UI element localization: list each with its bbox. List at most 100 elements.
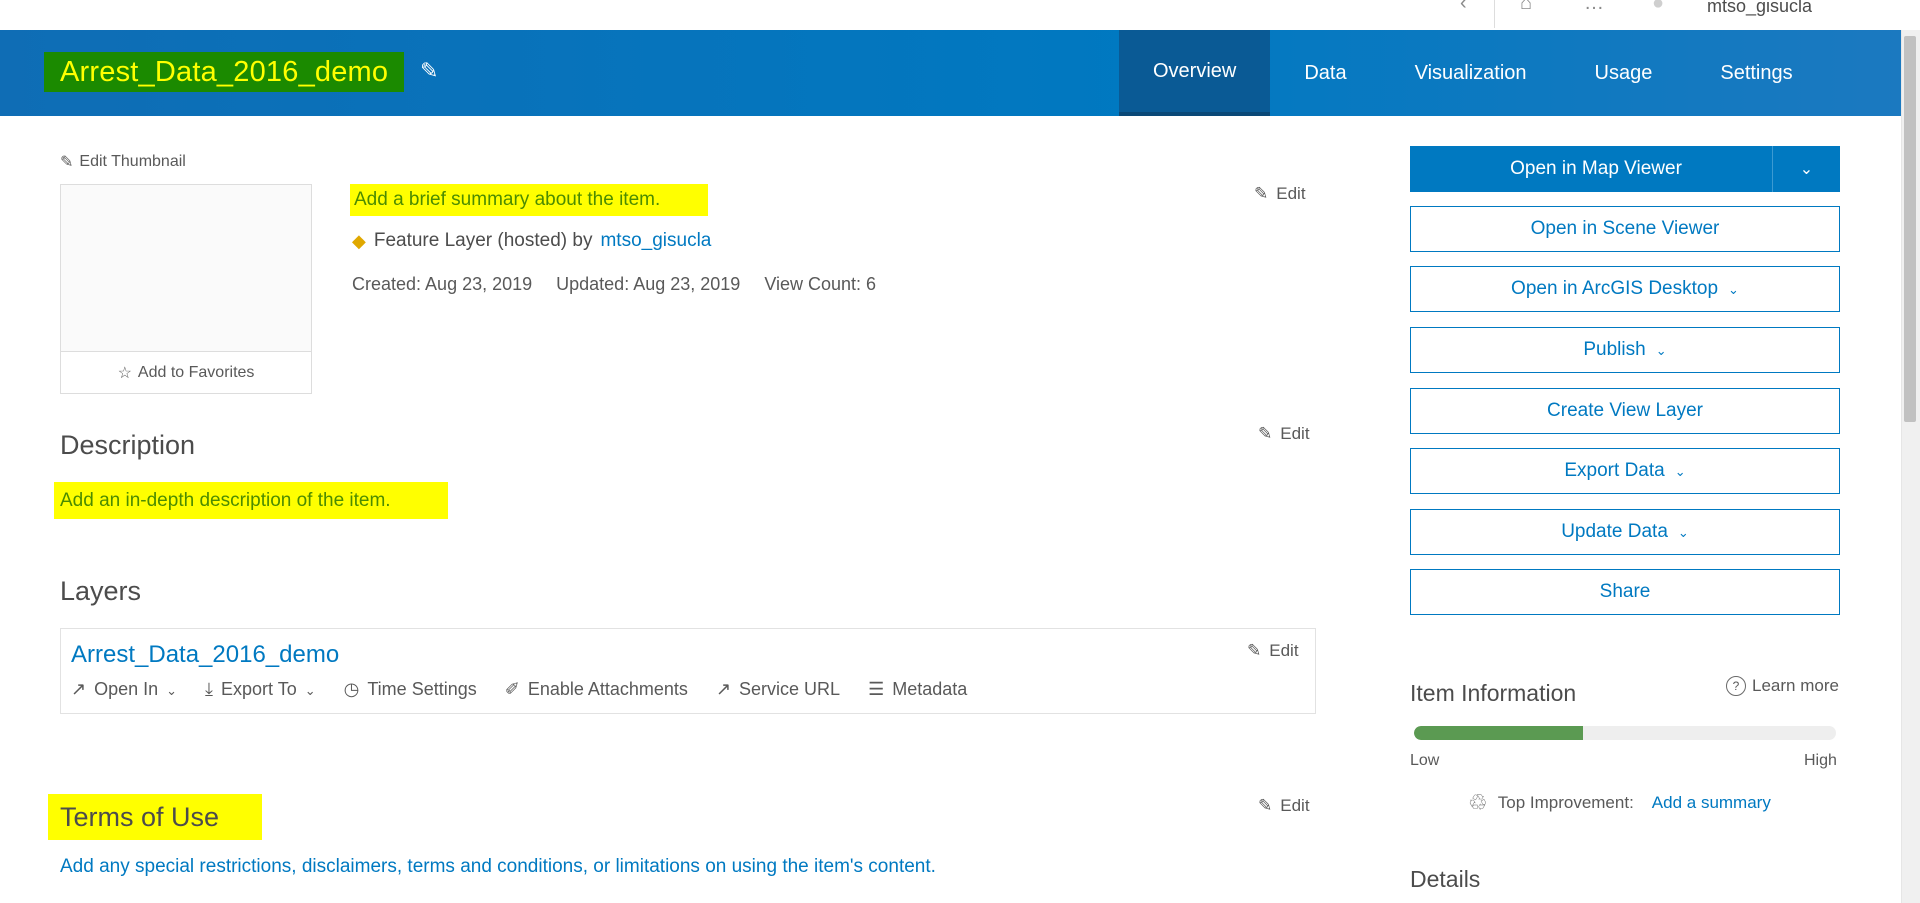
item-tabs: Overview Data Visualization Usage Settin… [1119, 30, 1827, 116]
scene-viewer-label: Open in Scene Viewer [1530, 218, 1720, 239]
desktop-label: Open in ArcGIS Desktop [1511, 278, 1719, 299]
tab-settings[interactable]: Settings [1686, 30, 1826, 116]
edit-label: Edit [1280, 424, 1310, 443]
edit-thumbnail-label: Edit Thumbnail [79, 153, 186, 170]
details-heading: Details [1410, 866, 1481, 892]
tab-data[interactable]: Data [1270, 30, 1380, 116]
chevron-down-icon: ⌄ [1674, 464, 1686, 479]
metadata-button[interactable]: ☰ Metadata [868, 679, 967, 700]
download-icon: ⤓ [205, 679, 214, 699]
progress-high-label: High [1804, 752, 1837, 769]
add-to-favorites-button[interactable]: ☆ Add to Favorites [61, 351, 311, 393]
tab-visualization[interactable]: Visualization [1381, 30, 1561, 116]
pencil-icon: ✎ [1254, 184, 1269, 203]
create-view-layer-label: Create View Layer [1547, 400, 1703, 421]
description-highlight[interactable]: Add an in-depth description of the item. [54, 482, 448, 519]
layer-name-link[interactable]: Arrest_Data_2016_demo [71, 641, 339, 669]
chevron-down-icon: ⌄ [1655, 343, 1667, 358]
export-to-label: Export To [221, 679, 297, 699]
external-link-icon: ↗ [71, 679, 87, 699]
open-in-scene-viewer-button[interactable]: Open in Scene Viewer [1410, 206, 1840, 252]
top-nav-strip: ‹ ⌂ … ● mtso_gisucla [0, 0, 1920, 30]
learn-more-link[interactable]: ? Learn more [1726, 676, 1839, 696]
summary-highlight[interactable]: Add a brief summary about the item. [350, 184, 708, 216]
paperclip-icon: ✐ [504, 679, 520, 699]
export-data-label: Export Data [1564, 460, 1665, 481]
description-text: Add an in-depth description of the item. [60, 489, 391, 511]
edit-thumbnail-link[interactable]: ✎ Edit Thumbnail [60, 152, 186, 172]
export-data-button[interactable]: Export Data ⌄ [1410, 448, 1840, 494]
bell-icon[interactable]: ⌂ [1520, 0, 1532, 15]
service-url-label: Service URL [739, 679, 841, 699]
update-data-label: Update Data [1561, 521, 1668, 542]
tab-overview[interactable]: Overview [1119, 30, 1271, 116]
terms-heading-highlight: Terms of Use [48, 794, 262, 840]
chevron-down-icon: ⌄ [1728, 282, 1739, 297]
back-icon[interactable]: ‹ [1460, 0, 1467, 15]
favorites-label: Add to Favorites [137, 363, 255, 381]
share-button[interactable]: Share [1410, 569, 1840, 615]
avatar[interactable]: ● [1652, 0, 1664, 15]
tab-label: Data [1304, 61, 1347, 84]
help-icon: ? [1726, 676, 1746, 696]
tab-label: Usage [1594, 61, 1653, 84]
created-date: Created: Aug 23, 2019 [352, 274, 533, 294]
time-settings-label: Time Settings [367, 679, 477, 699]
create-view-layer-button[interactable]: Create View Layer [1410, 388, 1840, 434]
add-summary-link[interactable]: Add a summary [1652, 793, 1771, 813]
terms-text-link[interactable]: Add any special restrictions, disclaimer… [60, 856, 936, 878]
scrollbar-thumb[interactable] [1904, 36, 1916, 422]
edit-title-pencil-icon[interactable]: ✎ [420, 58, 438, 84]
update-data-button[interactable]: Update Data ⌄ [1410, 509, 1840, 555]
metadata-label: Metadata [892, 679, 968, 699]
chevron-down-icon: ⌄ [304, 682, 316, 698]
user-name[interactable]: mtso_gisucla [1707, 0, 1812, 17]
terms-heading: Terms of Use [60, 801, 220, 832]
map-viewer-label: Open in Map Viewer [1510, 158, 1682, 179]
item-information-heading: Item Information [1410, 680, 1577, 706]
progress-fill [1414, 726, 1583, 740]
item-dates: Created: Aug 23, 2019 Updated: Aug 23, 2… [352, 274, 876, 295]
pencil-icon: ✎ [60, 154, 74, 171]
time-settings-button[interactable]: ◷ Time Settings [344, 679, 477, 700]
edit-label: Edit [1269, 641, 1299, 660]
feature-layer-icon: ◆ [352, 230, 366, 251]
open-in-arcgis-desktop-button[interactable]: Open in ArcGIS Desktop ⌄ [1410, 266, 1840, 312]
item-title-highlight: Arrest_Data_2016_demo [44, 52, 405, 92]
progress-low-label: Low [1410, 752, 1440, 769]
layer-actions: ↗ Open In ⌄ ⤓ Export To ⌄ ◷ Time Setting… [71, 679, 967, 700]
edit-summary-button[interactable]: ✎ Edit [1254, 184, 1306, 204]
share-label: Share [1599, 581, 1651, 602]
edit-layer-button[interactable]: ✎ Edit [1247, 641, 1299, 661]
lightbulb-icon: ♲ [1468, 790, 1488, 815]
export-to-button[interactable]: ⤓ Export To ⌄ [205, 679, 316, 700]
document-icon: ☰ [868, 679, 885, 699]
enable-attachments-button[interactable]: ✐ Enable Attachments [505, 679, 688, 700]
publish-button[interactable]: Publish ⌄ [1410, 327, 1840, 373]
external-link-icon: ↗ [715, 679, 732, 699]
description-heading: Description [60, 430, 196, 460]
star-icon: ☆ [117, 364, 132, 382]
tab-label: Settings [1720, 61, 1793, 84]
item-type-text: Feature Layer (hosted) by [373, 230, 593, 251]
pencil-icon: ✎ [1258, 424, 1273, 443]
page: ‹ ⌂ … ● mtso_gisucla Arrest_Data_2016_de… [0, 0, 1920, 903]
layers-heading: Layers [60, 576, 142, 606]
open-in-label: Open In [94, 679, 159, 699]
learn-more-label: Learn more [1752, 676, 1839, 695]
open-in-button[interactable]: ↗ Open In ⌄ [71, 679, 177, 700]
more-icon[interactable]: … [1584, 0, 1604, 15]
open-in-map-viewer-button[interactable]: Open in Map Viewer ⌄ [1410, 146, 1840, 192]
enable-attachments-label: Enable Attachments [527, 679, 688, 699]
item-type-line: ◆ Feature Layer (hosted) by mtso_gisucla [352, 230, 711, 252]
clock-icon: ◷ [343, 679, 360, 699]
item-title: Arrest_Data_2016_demo [60, 55, 389, 88]
divider [1494, 0, 1495, 28]
view-count: View Count: 6 [764, 274, 877, 294]
owner-link[interactable]: mtso_gisucla [600, 230, 711, 252]
chevron-down-icon[interactable]: ⌄ [1772, 146, 1840, 192]
edit-description-button[interactable]: ✎ Edit [1258, 424, 1310, 444]
tab-usage[interactable]: Usage [1561, 30, 1687, 116]
service-url-button[interactable]: ↗ Service URL [716, 679, 840, 700]
edit-terms-button[interactable]: ✎ Edit [1258, 796, 1310, 816]
